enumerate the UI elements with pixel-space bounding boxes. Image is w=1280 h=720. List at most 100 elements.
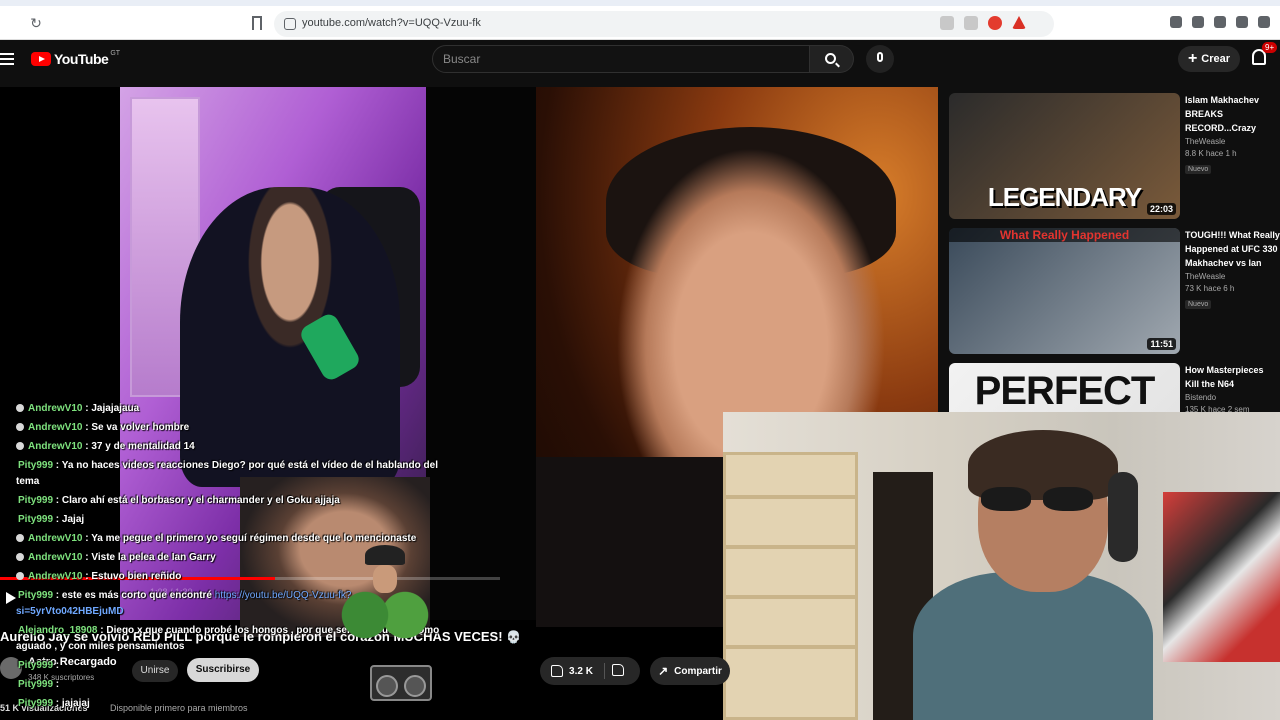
recommendation-title[interactable]: How Masterpieces Kill the N64 [1185, 363, 1280, 391]
extensions-puzzle-icon[interactable] [1170, 16, 1182, 28]
youtube-play-logo-icon [31, 52, 51, 66]
chat-text: este es más corto que encontré [61, 590, 212, 601]
profile-icon[interactable] [1258, 16, 1270, 28]
share-label: Compartir [674, 665, 722, 677]
chat-username: Pity999 [18, 460, 54, 471]
chat-separator: : [53, 590, 62, 601]
like-button[interactable]: 3.2 K [540, 657, 604, 685]
reload-icon[interactable]: ↻ [28, 15, 44, 31]
search-input[interactable]: Buscar [432, 45, 810, 73]
play-icon[interactable] [6, 592, 16, 604]
chat-separator: : [53, 495, 62, 506]
bookmark-icon[interactable] [252, 16, 262, 30]
recommendation-item[interactable]: LEGENDARY 22:03 Islam Makhachev BREAKS REC… [946, 87, 1280, 219]
brave-shield-icon[interactable] [988, 16, 1002, 30]
create-button[interactable]: + Crear [1178, 46, 1240, 72]
browser-toolbar: ↻ youtube.com/watch?v=UQQ-Vzuu-fk [0, 0, 1280, 40]
chat-separator: : [53, 660, 60, 671]
share-page-icon[interactable] [1214, 16, 1226, 28]
country-code: GT [110, 49, 121, 57]
chat-separator: : [53, 698, 62, 709]
recommendation-title[interactable]: Islam Makhachev BREAKS RECORD...Crazy Up… [1185, 93, 1280, 135]
recommendation-item[interactable]: PERFECT How Masterpieces Kill the N64 Bist… [946, 357, 1280, 412]
chat-message: Pity999 : [18, 677, 59, 693]
chat-message: AndrewV10 : Se va volver hombre [0, 420, 189, 436]
boombox-icon [370, 665, 432, 701]
recommendation-channel[interactable]: TheWeasle [1185, 272, 1280, 281]
cast-icon[interactable] [964, 16, 978, 30]
sticker-leaves [335, 585, 435, 645]
chat-message: Pity999 : Ya no haces videos reacciones … [18, 458, 438, 474]
search-icon [825, 53, 836, 64]
sidebar-icon[interactable] [1236, 16, 1248, 28]
chat-message: Pity999 : Jajaj [18, 512, 84, 528]
site-info-icon[interactable] [284, 18, 296, 30]
tab-strip [0, 0, 1280, 6]
chat-text: Claro ahí está el borbasor y el charmand… [61, 495, 340, 506]
search-button[interactable] [810, 45, 854, 73]
chat-message: Pity999 : [18, 658, 59, 674]
chat-message: AndrewV10 : Viste la pelea de Ian Garry [0, 550, 216, 566]
chat-username: Pity999 [18, 660, 54, 671]
webcam-overlay [723, 412, 1280, 720]
brave-rewards-icon[interactable] [1012, 16, 1026, 29]
chat-message: Pity999 : Claro ahí está el borbasor y e… [18, 493, 340, 509]
translate-icon[interactable] [940, 16, 954, 30]
recommendation-thumbnail[interactable]: What Really Happened 11:51 [949, 228, 1180, 354]
thumbnail-text: PERFECT [974, 369, 1156, 412]
youtube-header: YouTube GT Buscar + Crear 9+ [0, 40, 1280, 80]
recommendation-channel[interactable]: TheWeasle [1185, 137, 1280, 146]
chat-username: Pity999 [18, 590, 54, 601]
address-bar[interactable]: youtube.com/watch?v=UQQ-Vzuu-fk [274, 11, 1054, 37]
chat-username: AndrewV10 [28, 571, 83, 582]
chat-message: AndrewV10 : Jajajajaua [0, 401, 139, 417]
recommendation-channel[interactable]: Bistendo [1185, 393, 1280, 402]
sunglasses [981, 487, 1101, 513]
chat-username: Alejandro_18908 [18, 625, 98, 636]
plus-icon: + [1187, 50, 1198, 67]
chat-text: Estuvo bien reñido [91, 571, 182, 582]
skull-icon: 💀 [506, 630, 522, 644]
chat-username: AndrewV10 [28, 533, 83, 544]
chat-text: Se va volver hombre [91, 422, 190, 433]
recommendation-thumbnail[interactable]: PERFECT [949, 363, 1180, 412]
chat-text-continuation: aguado , y con miles pensamientos [16, 641, 185, 652]
like-count: 3.2 K [569, 665, 593, 677]
search-placeholder: Buscar [443, 52, 481, 66]
youtube-logo[interactable]: YouTube GT [31, 49, 121, 67]
share-button[interactable]: ↗ Compartir [650, 657, 730, 685]
recommendation-thumbnail[interactable]: LEGENDARY 22:03 [949, 93, 1180, 219]
chat-text: jajajaj [61, 698, 90, 709]
video-duration: 11:51 [1147, 338, 1176, 350]
user-badge-icon [16, 553, 24, 562]
user-badge-icon [16, 442, 24, 451]
chat-text: Jajaj [61, 514, 85, 525]
streamer-body [913, 572, 1153, 720]
menu-icon[interactable] [0, 53, 14, 65]
chat-separator: : [53, 460, 62, 471]
chatgpt-icon[interactable] [1192, 16, 1204, 28]
recommendation-item[interactable]: What Really Happened 11:51 TOUGH!!! What R… [946, 222, 1280, 354]
chat-link[interactable]: https://youtu.be/UQQ-Vzuu-fk? [215, 590, 352, 601]
thumbnail-top-text: What Really Happened [949, 228, 1180, 242]
chat-username: Pity999 [18, 679, 54, 690]
chat-text-continuation: tema [16, 476, 40, 487]
chat-username: AndrewV10 [28, 422, 83, 433]
share-icon: ↗ [658, 664, 669, 678]
logo-text: YouTube [54, 51, 109, 67]
url-text[interactable]: youtube.com/watch?v=UQQ-Vzuu-fk [302, 17, 481, 29]
chat-text-continuation[interactable]: si=5yrVto042HBEjuMD [16, 604, 124, 620]
chat-username: AndrewV10 [28, 552, 83, 563]
chat-username: AndrewV10 [28, 403, 83, 414]
sticker-face [373, 565, 397, 593]
chat-username: Pity999 [18, 495, 54, 506]
recommendation-title[interactable]: TOUGH!!! What Really Happened at UFC 330… [1185, 228, 1280, 270]
sticker-hat [365, 545, 405, 565]
voice-search-button[interactable] [866, 45, 894, 73]
user-badge-icon [16, 572, 24, 581]
chat-separator: : [53, 679, 60, 690]
bookshelf [723, 452, 858, 720]
dislike-button[interactable] [612, 664, 624, 676]
recommendation-meta: 73 K hace 6 h [1185, 284, 1235, 293]
divider [604, 663, 605, 679]
